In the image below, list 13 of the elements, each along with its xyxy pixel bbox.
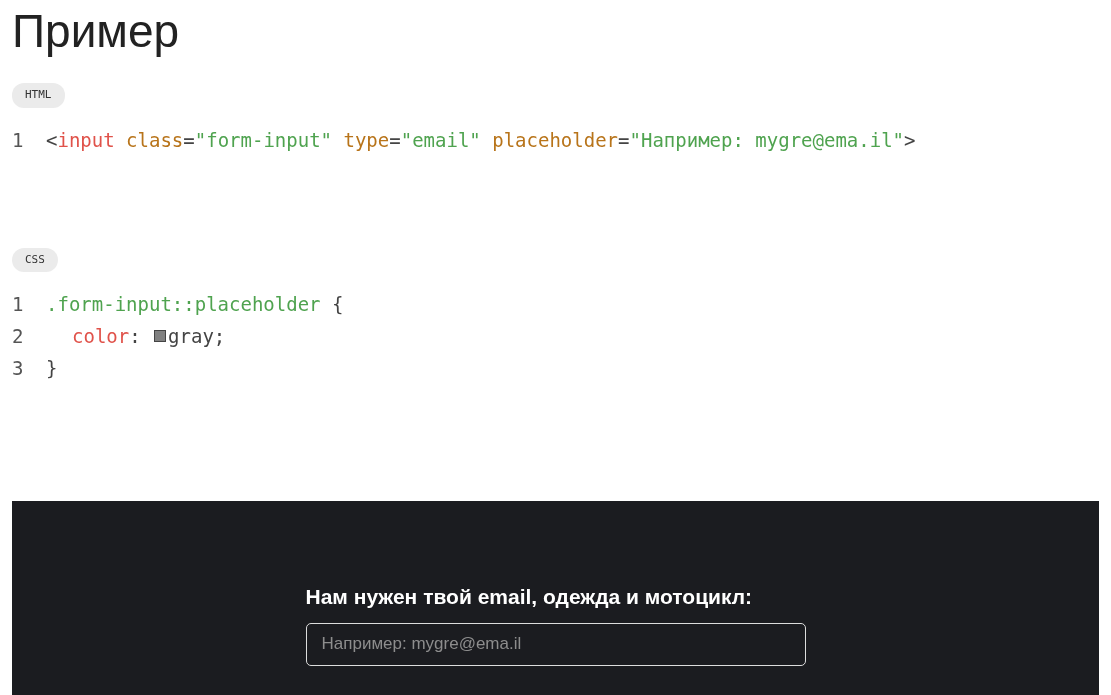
code-line: } bbox=[46, 356, 58, 382]
line-number: 1 bbox=[12, 127, 25, 153]
language-badge: HTML bbox=[12, 83, 65, 108]
language-badge: CSS bbox=[12, 247, 58, 273]
code-line: .form-input::placeholder { bbox=[46, 292, 344, 318]
page-title: Пример bbox=[12, 4, 181, 59]
code-line: color: gray; bbox=[71, 324, 226, 350]
code-line: <input class="form-input" type="email" placeholder="Например: mygre@ema.il"> bbox=[46, 127, 916, 153]
line-number: 2 bbox=[12, 324, 25, 350]
email-input[interactable]: Например: mygre@ema.il bbox=[305, 622, 806, 666]
line-number: 1 bbox=[12, 292, 25, 318]
line-number: 3 bbox=[12, 356, 25, 382]
form-heading: Нам нужен твой email, одежда и мотоцикл: bbox=[305, 584, 754, 610]
